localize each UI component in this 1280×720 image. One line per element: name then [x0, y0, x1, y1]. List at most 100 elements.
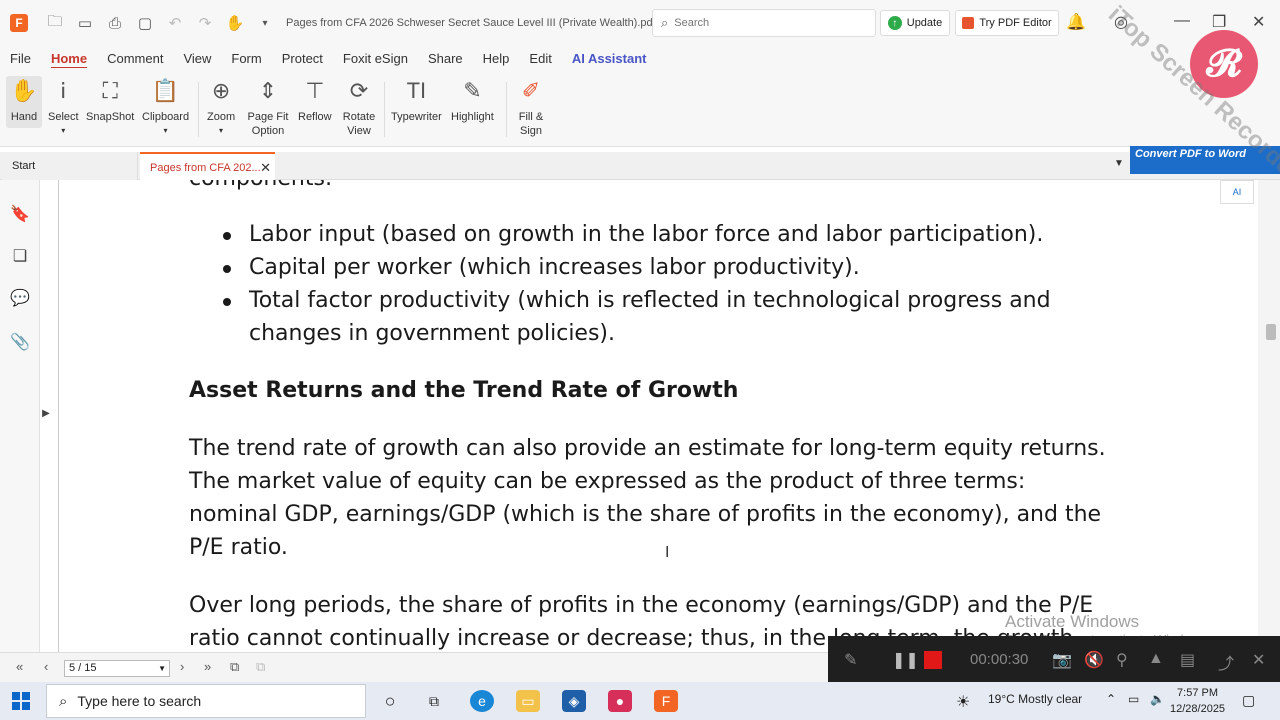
- first-page-icon[interactable]: «: [16, 659, 23, 674]
- menu-foxit-esign[interactable]: Foxit eSign: [333, 46, 418, 72]
- quick-dropdown-icon[interactable]: ▾: [254, 12, 276, 34]
- select-tool-button[interactable]: Ꭵ Select ▾: [48, 76, 79, 138]
- hand-tool-button[interactable]: ✋ Hand: [6, 76, 42, 128]
- close-icon[interactable]: ✕: [1252, 12, 1265, 32]
- mute-icon[interactable]: 🔇: [1084, 650, 1104, 670]
- hand-quick-icon[interactable]: ✋: [224, 12, 246, 34]
- pages-icon[interactable]: ❏: [10, 246, 30, 268]
- ai-side-icon[interactable]: AI: [1220, 180, 1254, 204]
- file-explorer-icon[interactable]: ▭: [516, 690, 540, 712]
- tab-document[interactable]: Pages from CFA 202... ✕: [140, 152, 275, 180]
- stop-record-icon[interactable]: [924, 651, 942, 669]
- page-number-select[interactable]: 5 / 15 ▼: [64, 660, 170, 677]
- search-box[interactable]: ⌕: [652, 9, 876, 37]
- triangle-icon[interactable]: ▲: [1148, 650, 1164, 668]
- rotate-view-tool-button[interactable]: ⟳ Rotate View: [340, 76, 378, 138]
- save-icon[interactable]: ▭: [74, 12, 96, 34]
- next-page-icon[interactable]: ›: [180, 659, 184, 674]
- chat-icon[interactable]: ▤: [1180, 650, 1195, 670]
- bell-icon[interactable]: 🔔: [1066, 12, 1086, 32]
- menu-form[interactable]: Form: [221, 46, 271, 72]
- menu-help[interactable]: Help: [473, 46, 520, 72]
- fill-sign-tool-button[interactable]: ✐ Fill & Sign: [514, 76, 548, 138]
- attachment-icon[interactable]: 📎: [10, 332, 30, 354]
- export-icon[interactable]: ⤴: [1218, 650, 1234, 674]
- undo-icon[interactable]: ↶: [164, 12, 186, 34]
- camera-icon[interactable]: 📷: [1052, 650, 1072, 670]
- hand-tool-label: Hand: [10, 111, 38, 123]
- page-view-alt-icon[interactable]: ⧉: [256, 659, 265, 675]
- bullet-text: Capital per worker (which increases labo…: [249, 255, 860, 280]
- taskbar-search-icon: ⌕: [59, 692, 68, 710]
- document-view[interactable]: components: Labor input (based on growth…: [58, 180, 1258, 652]
- highlight-icon: ✎: [463, 78, 482, 103]
- menu-share[interactable]: Share: [418, 46, 473, 72]
- menu-edit[interactable]: Edit: [519, 46, 561, 72]
- search-input[interactable]: [674, 17, 865, 29]
- system-clock[interactable]: 7:57 PM 12/28/2025: [1170, 685, 1225, 717]
- clock-time: 7:57 PM: [1177, 687, 1219, 699]
- tray-expand-icon[interactable]: ⌃: [1106, 692, 1116, 706]
- menu-comment[interactable]: Comment: [97, 46, 173, 72]
- convert-pdf-to-word-banner[interactable]: Convert PDF to Word: [1130, 146, 1280, 174]
- bookmark-icon[interactable]: 🔖: [10, 204, 30, 226]
- scrollbar-thumb[interactable]: [1266, 324, 1276, 340]
- new-doc-icon[interactable]: ▢: [134, 12, 156, 34]
- volume-icon[interactable]: 🔈: [1150, 692, 1165, 706]
- zoom-tool-button[interactable]: ⊕ Zoom ▾: [207, 76, 235, 138]
- menu-view[interactable]: View: [173, 46, 221, 72]
- last-page-icon[interactable]: »: [204, 659, 211, 674]
- page-fit-tool-button[interactable]: ⇕ Page Fit Option: [246, 76, 290, 138]
- taskbar-search-placeholder: Type here to search: [77, 693, 202, 709]
- print-icon[interactable]: ⎙: [104, 12, 126, 34]
- reflow-tool-button[interactable]: ⊤ Reflow: [298, 76, 332, 124]
- typewriter-tool-button[interactable]: TI Typewriter: [391, 76, 442, 124]
- menu-home[interactable]: Home: [41, 46, 97, 72]
- update-arrow-icon: ↑: [887, 16, 902, 30]
- restore-icon[interactable]: ❐: [1212, 12, 1226, 32]
- clipboard-tool-button[interactable]: 📋 Clipboard ▾: [142, 76, 189, 138]
- pen-icon[interactable]: ✎: [844, 650, 857, 670]
- menu-protect[interactable]: Protect: [272, 46, 333, 72]
- close-recorder-icon[interactable]: ✕: [1252, 650, 1265, 670]
- fill-sign-tool-label: Fill & Sign: [518, 111, 544, 137]
- redo-icon[interactable]: ↷: [194, 12, 216, 34]
- account-icon[interactable]: ◎: [1114, 12, 1128, 32]
- cortana-icon[interactable]: ○: [378, 690, 402, 712]
- taskbar-search-box[interactable]: ⌕ Type here to search: [46, 684, 366, 718]
- update-button[interactable]: ↑ Update: [880, 10, 950, 36]
- zoom-recorder-icon[interactable]: ⚲: [1116, 650, 1128, 670]
- vertical-scrollbar[interactable]: AI: [1220, 180, 1280, 652]
- paragraph-line: The trend rate of growth can also provid…: [189, 436, 1106, 461]
- tab-list-dropdown-icon[interactable]: ▼: [1114, 158, 1124, 169]
- screen-recorder-bar: ✎ ❚❚ 00:00:30 📷 🔇 ⚲ ▲ ▤ ⤴ ✕: [828, 636, 1280, 682]
- try-pdf-editor-button[interactable]: Try PDF Editor: [955, 10, 1059, 36]
- previous-page-icon[interactable]: ‹: [44, 659, 48, 674]
- task-view-icon[interactable]: ⧉: [422, 690, 446, 712]
- tab-close-icon[interactable]: ✕: [260, 154, 271, 182]
- battery-icon[interactable]: ▭: [1128, 692, 1139, 706]
- snapshot-tool-button[interactable]: ⛶ SnapShot: [86, 76, 134, 124]
- open-folder-icon[interactable]: 🗀: [44, 12, 66, 34]
- weather-text[interactable]: 19°C Mostly clear: [988, 692, 1082, 706]
- tab-start-label: Start: [12, 160, 36, 172]
- highlight-tool-button[interactable]: ✎ Highlight: [451, 76, 494, 124]
- page-view-icon[interactable]: ⧉: [230, 659, 239, 675]
- menu-ai-assistant[interactable]: AI Assistant: [562, 46, 657, 72]
- minimize-icon[interactable]: —: [1174, 12, 1190, 30]
- notification-icon[interactable]: ▢: [1242, 692, 1255, 709]
- clock-date: 12/28/2025: [1170, 703, 1226, 715]
- weather-icon: ☀: [956, 694, 971, 711]
- pause-icon[interactable]: ❚❚: [892, 650, 919, 670]
- tab-start[interactable]: Start: [2, 152, 138, 180]
- foxit-app-icon[interactable]: F: [654, 690, 678, 712]
- page-fit-icon: ⇕: [258, 78, 278, 103]
- menu-file[interactable]: File: [0, 46, 41, 72]
- shield-app-icon[interactable]: ◈: [562, 690, 586, 712]
- edge-icon[interactable]: e: [470, 690, 494, 712]
- recorder-app-icon[interactable]: ●: [608, 690, 632, 712]
- comments-icon[interactable]: 💬: [10, 288, 30, 310]
- windows-start-icon[interactable]: [12, 692, 30, 710]
- expand-panel-icon[interactable]: ▶: [36, 408, 56, 430]
- document-title: Pages from CFA 2026 Schweser Secret Sauc…: [286, 17, 656, 29]
